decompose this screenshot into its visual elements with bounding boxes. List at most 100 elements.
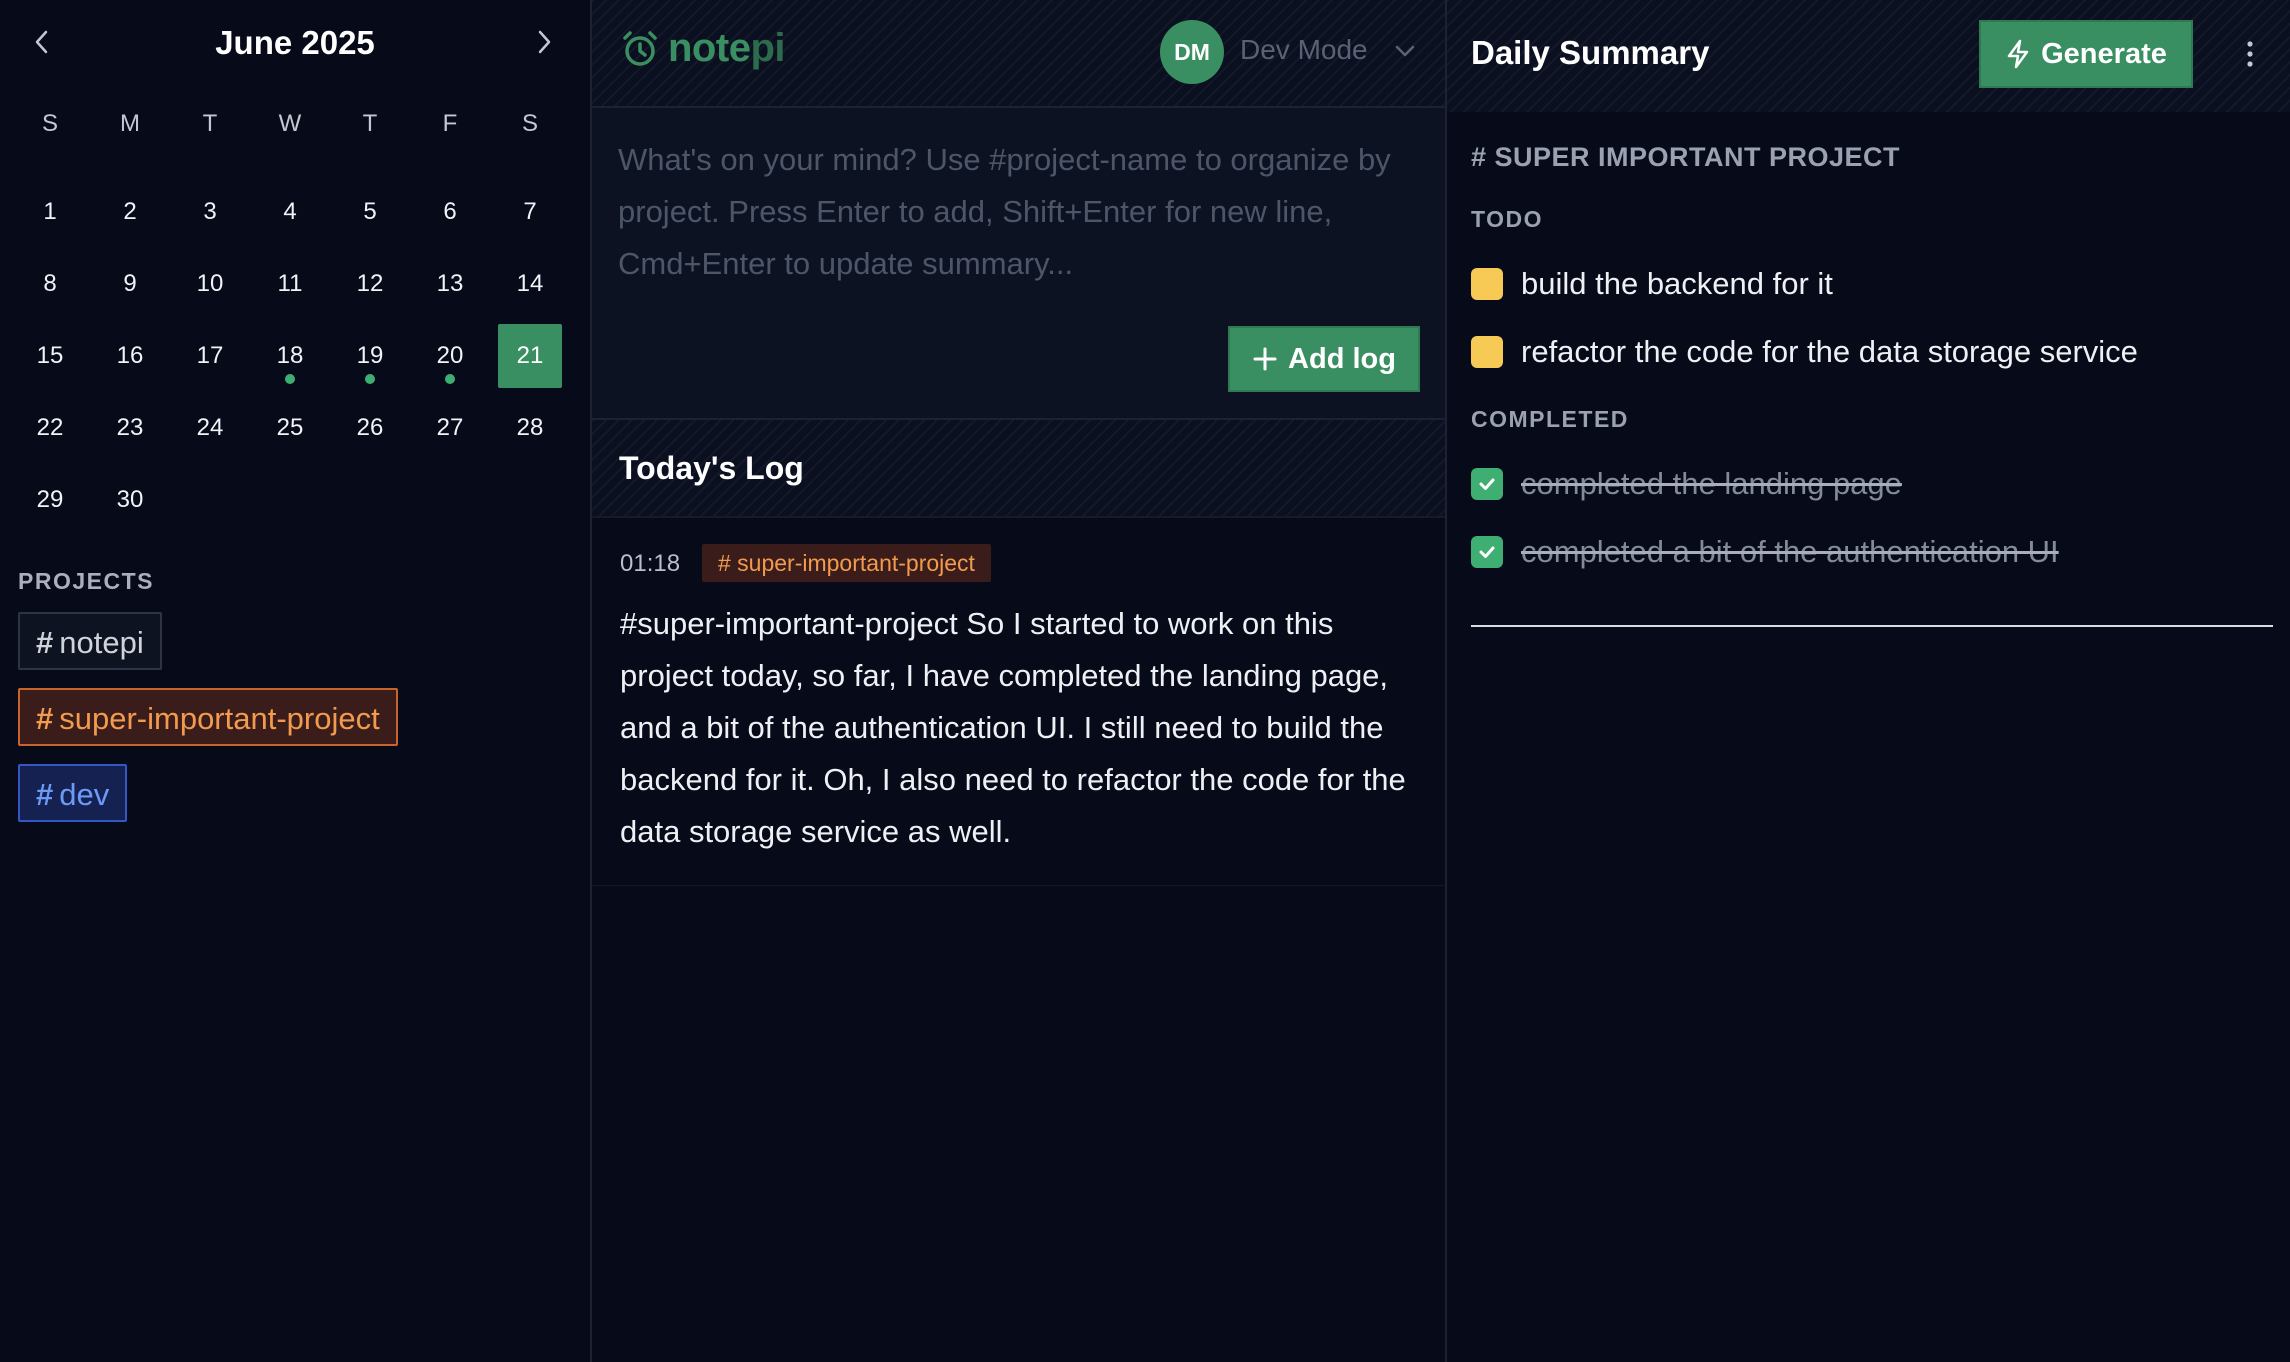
- check-icon: [1479, 478, 1495, 490]
- entry-indicator-dot: [365, 374, 375, 384]
- summary-item-text: build the backend for it: [1521, 266, 1833, 301]
- calendar-day[interactable]: 25: [258, 396, 322, 460]
- weekday-label: M: [120, 110, 140, 137]
- log-entry-tag[interactable]: # super-important-project: [702, 544, 991, 582]
- app-header: notepi DM Dev Mode: [592, 0, 1445, 108]
- hash-icon: #: [36, 777, 54, 812]
- completed-label: COMPLETED: [1471, 406, 1629, 432]
- add-log-label: Add log: [1288, 342, 1396, 375]
- plus-icon: [1253, 347, 1277, 371]
- calendar-day[interactable]: 8: [18, 252, 82, 316]
- todo-checkbox[interactable]: [1471, 336, 1503, 368]
- project-tag-label: super-important-project: [59, 701, 380, 736]
- hash-icon: #: [36, 625, 54, 660]
- calendar-day[interactable]: 2: [98, 180, 162, 244]
- calendar-day-number: 3: [203, 198, 217, 225]
- add-log-button[interactable]: Add log: [1228, 326, 1420, 392]
- calendar-day-number: 13: [436, 270, 464, 297]
- completed-item: completed a bit of the authentication UI: [1471, 529, 2059, 575]
- summary-project-heading: # SUPER IMPORTANT PROJECT: [1471, 142, 1901, 172]
- weekday-label: S: [41, 110, 58, 137]
- calendar-day-number: 21: [516, 342, 544, 369]
- project-tag-notepi[interactable]: # notepi: [18, 612, 162, 670]
- calendar-day-number: 23: [116, 414, 144, 441]
- weekday-label: W: [278, 110, 302, 137]
- calendar-day-number: 30: [116, 486, 144, 513]
- calendar-day-number: 27: [436, 414, 464, 441]
- project-tag-label: dev: [59, 777, 110, 812]
- weekday-label: T: [202, 110, 218, 137]
- calendar-day-number: 18: [276, 342, 304, 369]
- summary-item-text: refactor the code for the data storage s…: [1521, 334, 2138, 369]
- lightning-icon: [2007, 39, 2029, 69]
- calendar-day[interactable]: 20: [418, 324, 482, 388]
- todays-log-title: Today's Log: [619, 450, 804, 486]
- entry-indicator-dot: [445, 374, 455, 384]
- calendar-day[interactable]: 11: [258, 252, 322, 316]
- calendar-day-number: 25: [276, 414, 304, 441]
- calendar-day-number: 12: [356, 270, 384, 297]
- calendar-day[interactable]: 7: [498, 180, 562, 244]
- todo-label: TODO: [1471, 206, 1544, 232]
- calendar-day[interactable]: 23: [98, 396, 162, 460]
- calendar-day-number: 15: [36, 342, 64, 369]
- calendar-day[interactable]: 3: [178, 180, 242, 244]
- weekday-label: T: [362, 110, 378, 137]
- summary-header: Daily Summary Generate: [1447, 0, 2290, 112]
- calendar-day-number: 26: [356, 414, 384, 441]
- generate-button[interactable]: Generate: [1979, 20, 2193, 88]
- avatar[interactable]: DM: [1160, 20, 1224, 84]
- calendar-day[interactable]: 4: [258, 180, 322, 244]
- project-tag-label: notepi: [59, 625, 144, 660]
- summary-title: Daily Summary: [1471, 34, 1710, 71]
- calendar-day[interactable]: 15: [18, 324, 82, 388]
- completed-item: completed the landing page: [1471, 461, 1902, 507]
- chevron-down-icon[interactable]: [1392, 38, 1418, 64]
- calendar-day[interactable]: 14: [498, 252, 562, 316]
- calendar-day[interactable]: 17: [178, 324, 242, 388]
- checked-checkbox[interactable]: [1471, 536, 1503, 568]
- calendar-day[interactable]: 27: [418, 396, 482, 460]
- chevron-right-icon: [538, 30, 551, 54]
- calendar-day[interactable]: 6: [418, 180, 482, 244]
- calendar-day[interactable]: 13: [418, 252, 482, 316]
- month-title: June 2025: [215, 24, 375, 61]
- calendar-day[interactable]: 10: [178, 252, 242, 316]
- next-month-button[interactable]: [524, 22, 564, 62]
- hash-icon: #: [36, 701, 54, 736]
- log-input[interactable]: [618, 134, 1418, 304]
- project-tag-super-important-project[interactable]: # super-important-project: [18, 688, 398, 746]
- calendar-header: June 2025: [0, 0, 590, 88]
- calendar-day[interactable]: 19: [338, 324, 402, 388]
- calendar-day[interactable]: 1: [18, 180, 82, 244]
- calendar-day[interactable]: 18: [258, 324, 322, 388]
- calendar-day-number: 28: [516, 414, 544, 441]
- calendar-day[interactable]: 16: [98, 324, 162, 388]
- calendar-day[interactable]: 22: [18, 396, 82, 460]
- calendar-day[interactable]: 5: [338, 180, 402, 244]
- log-panel: notepi DM Dev Mode Add log Today's Log 0…: [592, 0, 1447, 1362]
- check-icon: [1479, 546, 1495, 558]
- alarm-clock-icon: [623, 30, 657, 66]
- calendar-day[interactable]: 21: [498, 324, 562, 388]
- todo-item: refactor the code for the data storage s…: [1471, 329, 2138, 375]
- calendar-day[interactable]: 24: [178, 396, 242, 460]
- todo-checkbox[interactable]: [1471, 268, 1503, 300]
- calendar-day[interactable]: 26: [338, 396, 402, 460]
- calendar-day-number: 1: [43, 198, 57, 225]
- log-entry-text: #super-important-project So I started to…: [620, 606, 1406, 849]
- calendar-day[interactable]: 29: [18, 468, 82, 532]
- checked-checkbox[interactable]: [1471, 468, 1503, 500]
- project-tag-dev[interactable]: # dev: [18, 764, 128, 822]
- summary-item-text: completed the landing page: [1521, 466, 1902, 501]
- calendar-day[interactable]: 30: [98, 468, 162, 532]
- calendar-day[interactable]: 28: [498, 396, 562, 460]
- todo-item: build the backend for it: [1471, 261, 1833, 307]
- mode-selector[interactable]: Dev Mode: [1240, 34, 1368, 66]
- more-vertical-icon[interactable]: [2235, 34, 2265, 74]
- calendar-day[interactable]: 9: [98, 252, 162, 316]
- calendar-day-number: 29: [36, 486, 64, 513]
- calendar-day-number: 16: [116, 342, 144, 369]
- brand-logo[interactable]: notepi: [620, 26, 785, 71]
- calendar-day[interactable]: 12: [338, 252, 402, 316]
